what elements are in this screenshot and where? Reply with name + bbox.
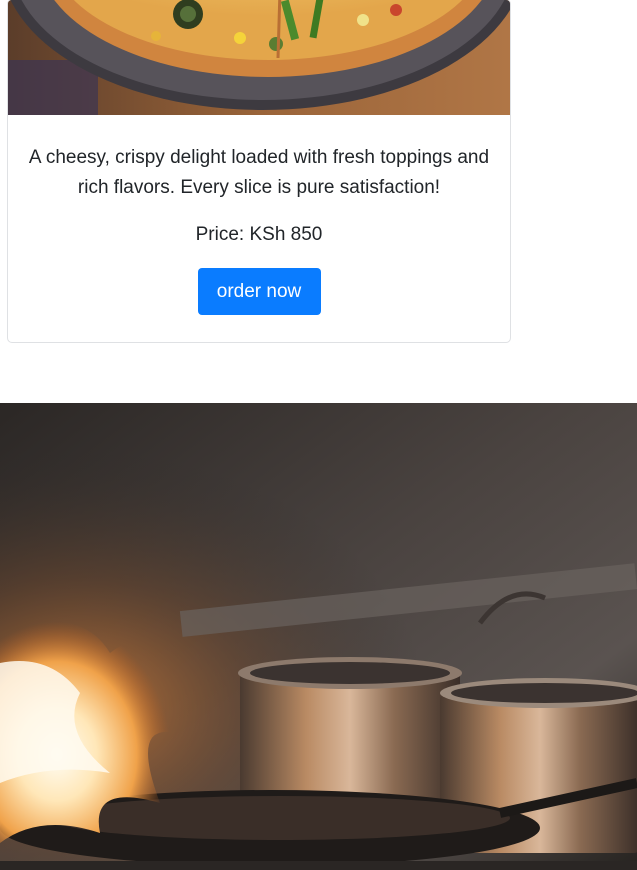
page: A cheesy, crispy delight loaded with fre… <box>0 0 637 870</box>
product-price: Price: KSh 850 <box>195 224 323 245</box>
card-body: A cheesy, crispy delight loaded with fre… <box>8 115 510 315</box>
product-card: A cheesy, crispy delight loaded with fre… <box>7 0 511 343</box>
product-description: A cheesy, crispy delight loaded with fre… <box>28 147 490 198</box>
hero-kitchen-image <box>0 403 637 870</box>
order-now-button[interactable]: order now <box>197 268 321 315</box>
pizza-image <box>8 0 510 115</box>
